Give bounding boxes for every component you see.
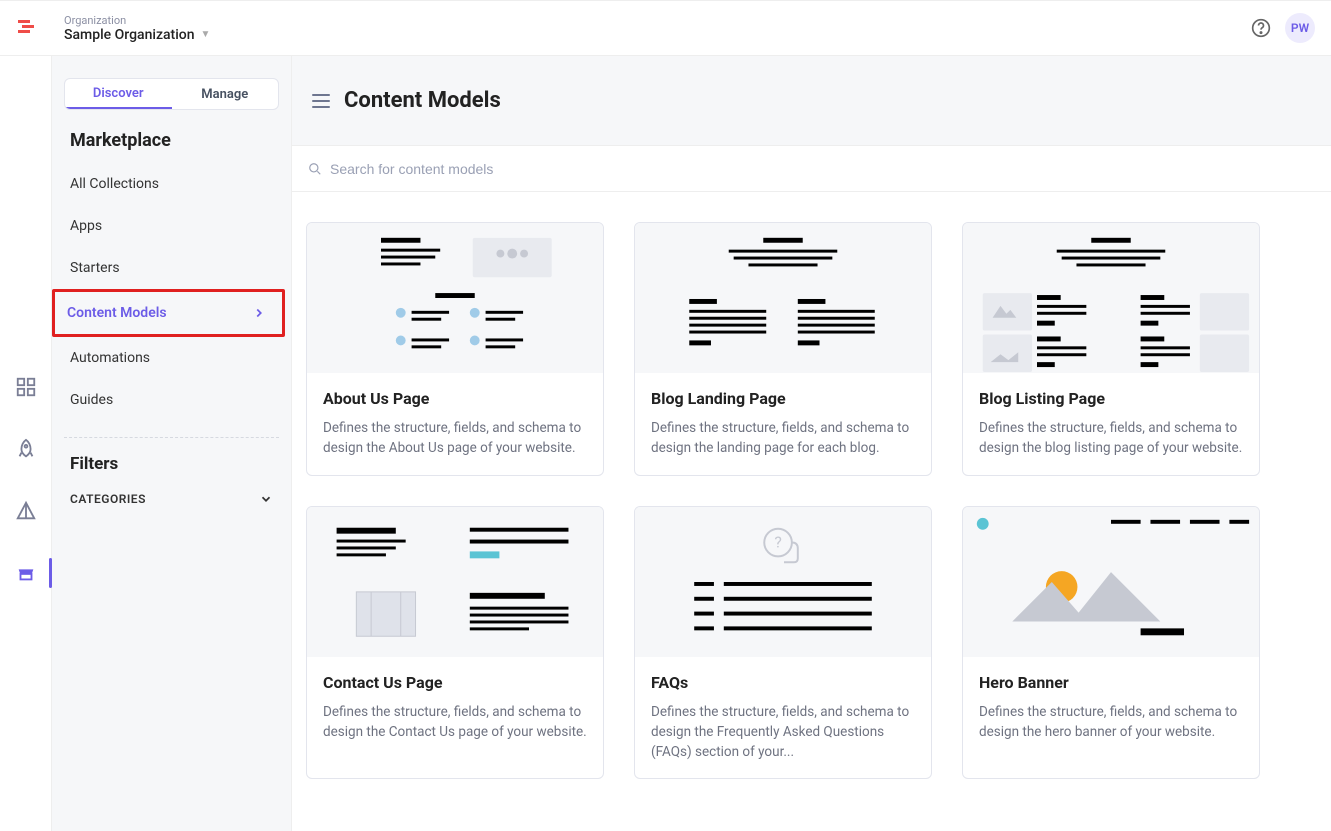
card-faqs[interactable]: ? FAQs Defines the structure, fields, an… [634, 506, 932, 780]
logo-icon [16, 16, 40, 40]
card-title: Hero Banner [979, 673, 1243, 692]
hamburger-icon[interactable] [312, 94, 330, 108]
svg-text:?: ? [774, 532, 781, 551]
card-desc: Defines the structure, fields, and schem… [651, 418, 915, 459]
org-selector[interactable]: Organization Sample Organization▼ [64, 14, 210, 43]
sidebar: Discover Manage Marketplace All Collecti… [52, 56, 292, 831]
topbar: Organization Sample Organization▼ PW [0, 0, 1331, 56]
page-title: Content Models [344, 88, 501, 113]
icon-rail [0, 56, 52, 831]
rocket-icon[interactable] [15, 438, 37, 460]
card-title: Contact Us Page [323, 673, 587, 692]
search-input[interactable] [330, 161, 1315, 177]
tent-icon[interactable] [15, 500, 37, 522]
card-title: Blog Listing Page [979, 389, 1243, 408]
tab-discover[interactable]: Discover [65, 79, 172, 109]
card-preview [307, 223, 603, 373]
search-icon [308, 162, 322, 176]
sidebar-item-automations[interactable]: Automations [64, 337, 279, 379]
sidebar-item-guides[interactable]: Guides [64, 379, 279, 421]
divider [64, 437, 279, 438]
tab-manage[interactable]: Manage [172, 79, 279, 109]
avatar[interactable]: PW [1285, 13, 1315, 43]
sidebar-title: Marketplace [64, 126, 279, 163]
chevron-right-icon [252, 306, 266, 320]
card-blog-listing[interactable]: Blog Listing Page Defines the structure,… [962, 222, 1260, 476]
sidebar-item-starters[interactable]: Starters [64, 247, 279, 289]
card-preview [963, 507, 1259, 657]
main: Content Models [292, 56, 1331, 831]
dashboard-icon[interactable] [15, 376, 37, 398]
org-label: Organization [64, 14, 210, 27]
card-preview: ? [635, 507, 931, 657]
caret-down-icon: ▼ [201, 29, 211, 40]
filter-categories[interactable]: CATEGORIES [64, 486, 279, 512]
sidebar-item-all-collections[interactable]: All Collections [64, 163, 279, 205]
card-desc: Defines the structure, fields, and schem… [651, 702, 915, 763]
card-preview [307, 507, 603, 657]
card-title: About Us Page [323, 389, 587, 408]
search-bar [292, 146, 1331, 192]
help-icon[interactable] [1251, 18, 1271, 38]
highlight-annotation: Content Models [52, 289, 285, 337]
card-title: FAQs [651, 673, 915, 692]
card-blog-landing[interactable]: Blog Landing Page Defines the structure,… [634, 222, 932, 476]
chevron-down-icon [259, 492, 273, 506]
card-desc: Defines the structure, fields, and schem… [323, 418, 587, 459]
card-about-us[interactable]: About Us Page Defines the structure, fie… [306, 222, 604, 476]
main-header: Content Models [292, 56, 1331, 146]
filters-title: Filters [64, 454, 279, 486]
card-desc: Defines the structure, fields, and schem… [323, 702, 587, 743]
sidebar-tabs: Discover Manage [64, 78, 279, 110]
card-desc: Defines the structure, fields, and schem… [979, 702, 1243, 743]
org-name: Sample Organization▼ [64, 27, 210, 43]
marketplace-icon[interactable] [15, 562, 37, 584]
card-desc: Defines the structure, fields, and schem… [979, 418, 1243, 459]
sidebar-item-content-models[interactable]: Content Models [55, 292, 272, 334]
sidebar-item-apps[interactable]: Apps [64, 205, 279, 247]
card-preview [635, 223, 931, 373]
card-title: Blog Landing Page [651, 389, 915, 408]
card-contact-us[interactable]: Contact Us Page Defines the structure, f… [306, 506, 604, 780]
card-hero-banner[interactable]: Hero Banner Defines the structure, field… [962, 506, 1260, 780]
card-preview [963, 223, 1259, 373]
card-grid[interactable]: About Us Page Defines the structure, fie… [292, 192, 1331, 831]
